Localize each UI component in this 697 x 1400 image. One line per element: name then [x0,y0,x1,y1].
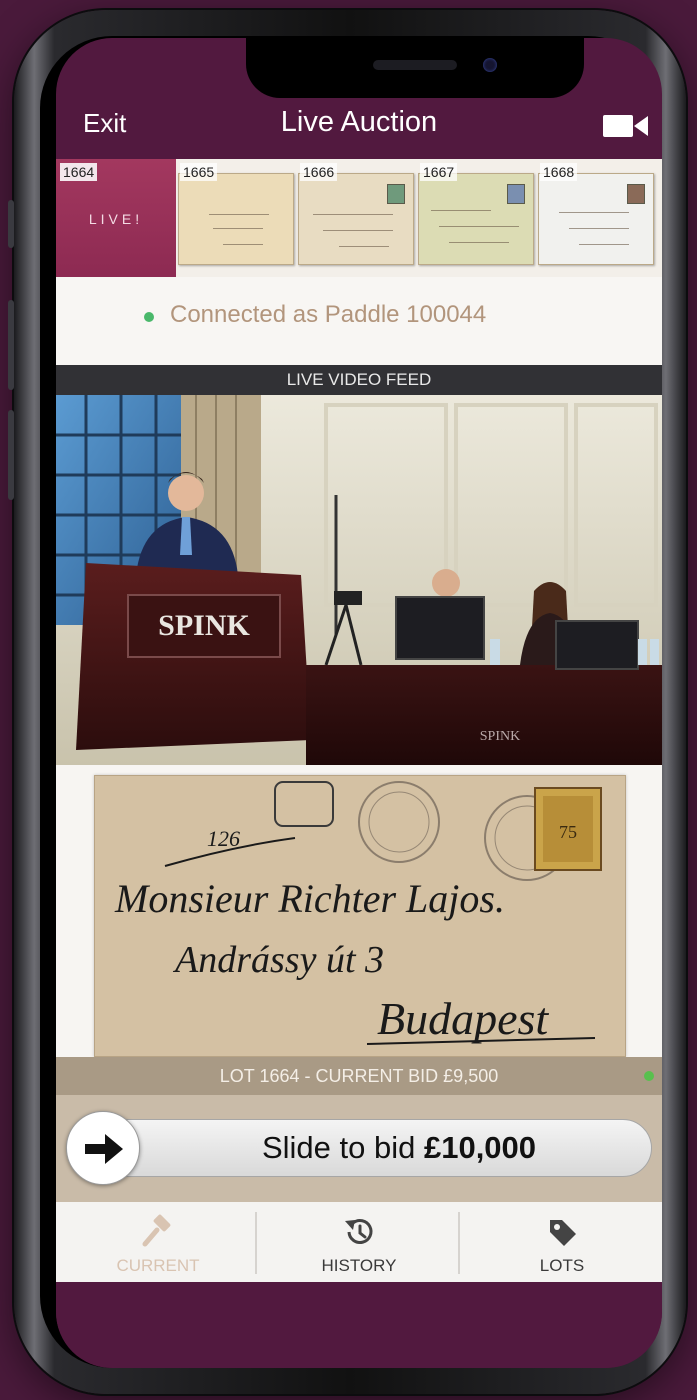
slide-label-prefix: Slide to bid [261,1130,424,1165]
tab-lots[interactable]: LOTS [462,1202,662,1282]
tab-divider [255,1212,257,1274]
history-icon [345,1219,373,1244]
current-bid-text: LOT 1664 - CURRENT BID £9,500 [219,1066,499,1086]
lot-strip: 1664 LIVE! 1665 1666 1667 1668 [56,159,662,277]
lot-number: 1665 [180,163,218,181]
lot-envelope-image[interactable]: 75 126 Monsieur Richter Lajos. Andrássy … [94,775,626,1057]
tab-current-label: CURRENT [116,1256,200,1275]
slide-to-bid-label: Slide to bid £10,000 [147,1130,651,1166]
tag-icon [550,1220,576,1246]
page-title: Live Auction [280,106,438,138]
slide-to-bid-knob[interactable] [66,1111,140,1185]
speaker [373,60,457,70]
table-brand: SPINK [480,729,520,744]
tab-divider [458,1212,460,1274]
lot-thumb[interactable]: 1668 [536,159,656,277]
envelope-thumb [178,173,294,265]
tab-lots-label: LOTS [539,1256,585,1275]
lot-thumb[interactable]: 1666 [296,159,416,277]
volume-up-button [8,300,14,390]
live-video-feed[interactable]: SPINK SPINK [56,395,662,765]
address-line-2: Andrássy út 3 [172,939,384,981]
current-bid-bar: LOT 1664 - CURRENT BID £9,500 [56,1057,662,1095]
svg-text:75: 75 [559,822,577,842]
lot-number: 1664 [60,163,98,181]
live-label: LIVE! [88,211,144,227]
volume-down-button [8,410,14,500]
lot-thumb[interactable]: 1665 [176,159,296,277]
side-button [8,200,14,248]
envelope-thumb [298,173,414,265]
connection-status: Connected as Paddle 100044 [56,277,662,365]
nav-bar: Exit Live Auction [56,100,662,158]
front-camera [483,58,497,72]
home-indicator-area [56,1282,662,1368]
status-dot [144,312,154,322]
podium-brand: SPINK [158,609,250,642]
tab-current[interactable]: CURRENT [58,1202,258,1282]
lot-number: 1667 [420,163,458,181]
address-line-1: Monsieur Richter Lajos. [114,876,505,921]
envelope-thumb [538,173,654,265]
bid-amount: £10,000 [423,1130,537,1165]
bid-slider-area: Slide to bid £10,000 [56,1095,662,1202]
lot-thumb[interactable]: 1667 [416,159,536,277]
tab-bar: CURRENT HISTORY LOTS [56,1202,662,1282]
gavel-icon [142,1214,171,1247]
screen: Exit Live Auction 1664 LIVE! 1665 1666 1… [56,38,662,1368]
notch [246,38,584,98]
tab-history[interactable]: HISTORY [259,1202,459,1282]
video-camera-icon[interactable] [602,112,650,140]
lot-image-area: 75 126 Monsieur Richter Lajos. Andrássy … [56,765,662,1057]
lot-thumb-live[interactable]: 1664 LIVE! [56,159,176,277]
tab-history-label: HISTORY [321,1256,397,1275]
address-line-3: Budapest [377,993,549,1044]
slide-to-bid-track[interactable]: Slide to bid £10,000 [66,1119,652,1177]
video-feed-header: LIVE VIDEO FEED [56,365,662,395]
lot-number: 1668 [540,163,578,181]
connected-text: Connected as Paddle 100044 [170,301,487,328]
video-frame-illustration: SPINK SPINK [56,395,662,765]
envelope-thumb [418,173,534,265]
envelope-illustration: 75 126 Monsieur Richter Lajos. Andrássy … [114,781,602,1045]
arrow-right-icon [85,1134,123,1164]
lot-number: 1666 [300,163,338,181]
live-status-dot [644,1071,654,1081]
lot-note: 126 [207,826,240,851]
